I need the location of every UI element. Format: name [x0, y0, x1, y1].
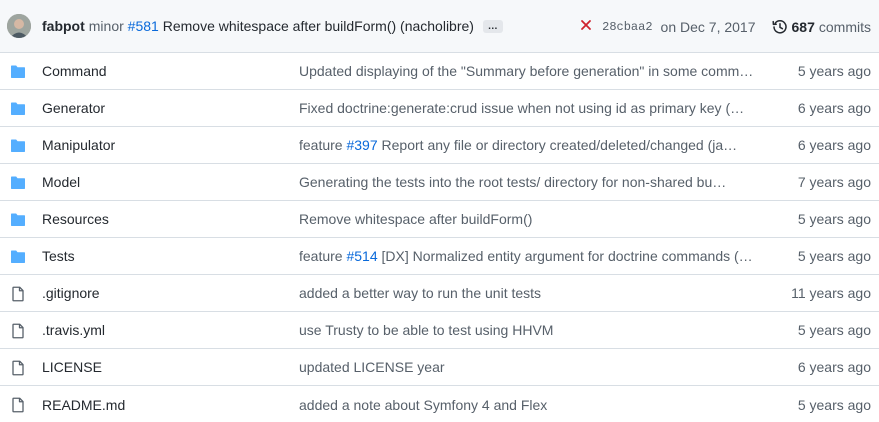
file-commit-message[interactable]: Fixed doctrine:generate:crud issue when … [299, 100, 757, 116]
file-commit-pr-link[interactable]: #514 [346, 248, 377, 264]
file-commit-message-text: updated LICENSE year [299, 359, 445, 375]
file-name-link[interactable]: Tests [42, 248, 75, 264]
file-row[interactable]: .gitignore added a better way to run the … [0, 275, 879, 312]
file-commit-message[interactable]: added a note about Symfony 4 and Flex [299, 397, 757, 413]
file-row[interactable]: Manipulator feature #397 Report any file … [0, 127, 879, 164]
folder-icon [10, 138, 26, 154]
expand-message-button[interactable]: … [482, 19, 503, 33]
file-commit-message-text: added a note about Symfony 4 and Flex [299, 396, 548, 413]
file-commit-message[interactable]: Remove whitespace after buildForm() [299, 211, 757, 227]
file-commit-age: 5 years ago [797, 322, 871, 338]
file-name-link[interactable]: Model [42, 174, 80, 190]
file-row[interactable]: Tests feature #514 [DX] Normalized entity… [0, 238, 879, 275]
file-row[interactable]: Command Updated displaying of the "Summar… [0, 53, 879, 90]
file-commit-message[interactable]: Updated displaying of the "Summary befor… [299, 63, 757, 79]
file-icon [10, 360, 26, 376]
file-commit-message-rest: Report any file or directory created/del… [377, 137, 738, 153]
folder-icon [10, 64, 26, 80]
folder-icon [10, 249, 26, 265]
file-commit-age: 6 years ago [797, 137, 871, 153]
file-commit-message[interactable]: feature #397 Report any file or director… [299, 137, 757, 153]
commit-pr-link[interactable]: #581 [128, 18, 159, 34]
file-commit-message-text: use Trusty to be able to test using HHVM [299, 322, 554, 338]
file-browser: fabpot minor #581 Remove whitespace afte… [0, 0, 879, 422]
file-list: Command Updated displaying of the "Summar… [0, 53, 879, 422]
file-row[interactable]: Model Generating the tests into the root … [0, 164, 879, 201]
commit-sha[interactable]: 28cbaa2 [602, 20, 652, 34]
file-name-link[interactable]: README.md [42, 397, 125, 413]
file-commit-message-text: added a better way to run the unit tests [299, 285, 542, 301]
file-commit-age: 6 years ago [797, 100, 871, 116]
file-name-link[interactable]: .gitignore [42, 285, 100, 301]
avatar[interactable] [7, 14, 31, 38]
file-commit-pr-link[interactable]: #397 [346, 137, 377, 153]
file-commit-message-text: Generating the tests into the root tests… [299, 174, 727, 190]
file-commit-message[interactable]: added a better way to run the unit tests [299, 285, 757, 301]
commit-message[interactable]: minor #581 Remove whitespace after build… [89, 18, 474, 34]
commit-message-text[interactable]: Remove whitespace after buildForm() (nac… [163, 18, 474, 34]
commit-author[interactable]: fabpot [42, 18, 85, 34]
file-commit-age: 7 years ago [797, 174, 871, 190]
file-commit-message[interactable]: use Trusty to be able to test using HHVM [299, 322, 757, 338]
file-name-link[interactable]: Resources [42, 211, 109, 227]
commits-count[interactable]: 687 [792, 19, 815, 35]
file-commit-age: 6 years ago [797, 359, 871, 375]
file-commit-age: 5 years ago [797, 211, 871, 227]
file-name-link[interactable]: Manipulator [42, 137, 115, 153]
file-commit-message[interactable]: updated LICENSE year [299, 359, 757, 375]
file-icon [10, 323, 26, 339]
file-row[interactable]: .travis.yml use Trusty to be able to test… [0, 312, 879, 349]
file-commit-message-text: Updated displaying of the "Summary befor… [299, 63, 754, 79]
commits-label[interactable]: commits [819, 19, 871, 35]
commit-meta: 28cbaa2 on Dec 7, 2017 687 commits [580, 0, 871, 53]
file-name-link[interactable]: LICENSE [42, 359, 102, 375]
file-commit-message-text: feature [299, 137, 347, 153]
file-name-link[interactable]: .travis.yml [42, 322, 105, 338]
file-icon [10, 397, 26, 413]
latest-commit-bar: fabpot minor #581 Remove whitespace afte… [0, 0, 879, 53]
history-icon[interactable] [771, 19, 788, 35]
file-icon [10, 286, 26, 302]
file-row[interactable]: Generator Fixed doctrine:generate:crud is… [0, 90, 879, 127]
file-commit-message-text: Remove whitespace after buildForm() [299, 211, 533, 227]
file-commit-age: 5 years ago [797, 248, 871, 264]
commit-message-prefix: minor [88, 18, 124, 34]
file-row[interactable]: LICENSE updated LICENSE year 6 years ago [0, 349, 879, 386]
file-commit-message[interactable]: feature #514 [DX] Normalized entity argu… [299, 248, 757, 264]
file-commit-age: 11 years ago [791, 285, 871, 301]
file-commit-message[interactable]: Generating the tests into the root tests… [299, 174, 757, 190]
file-commit-age: 5 years ago [797, 63, 871, 79]
file-commit-message-text: feature [299, 248, 347, 264]
file-commit-message-rest: [DX] Normalized entity argument for doct… [377, 248, 753, 264]
folder-icon [10, 212, 26, 228]
file-row[interactable]: README.md added a note about Symfony 4 an… [0, 386, 879, 422]
file-name-link[interactable]: Generator [42, 100, 105, 116]
file-commit-message-text: Fixed doctrine:generate:crud issue when … [299, 100, 745, 116]
folder-icon [10, 175, 26, 191]
commit-date: on Dec 7, 2017 [660, 18, 756, 35]
file-commit-age: 5 years ago [797, 396, 871, 413]
x-icon[interactable] [580, 18, 592, 35]
file-name-link[interactable]: Command [42, 63, 107, 79]
file-row[interactable]: Resources Remove whitespace after buildFo… [0, 201, 879, 238]
folder-icon [10, 101, 26, 117]
